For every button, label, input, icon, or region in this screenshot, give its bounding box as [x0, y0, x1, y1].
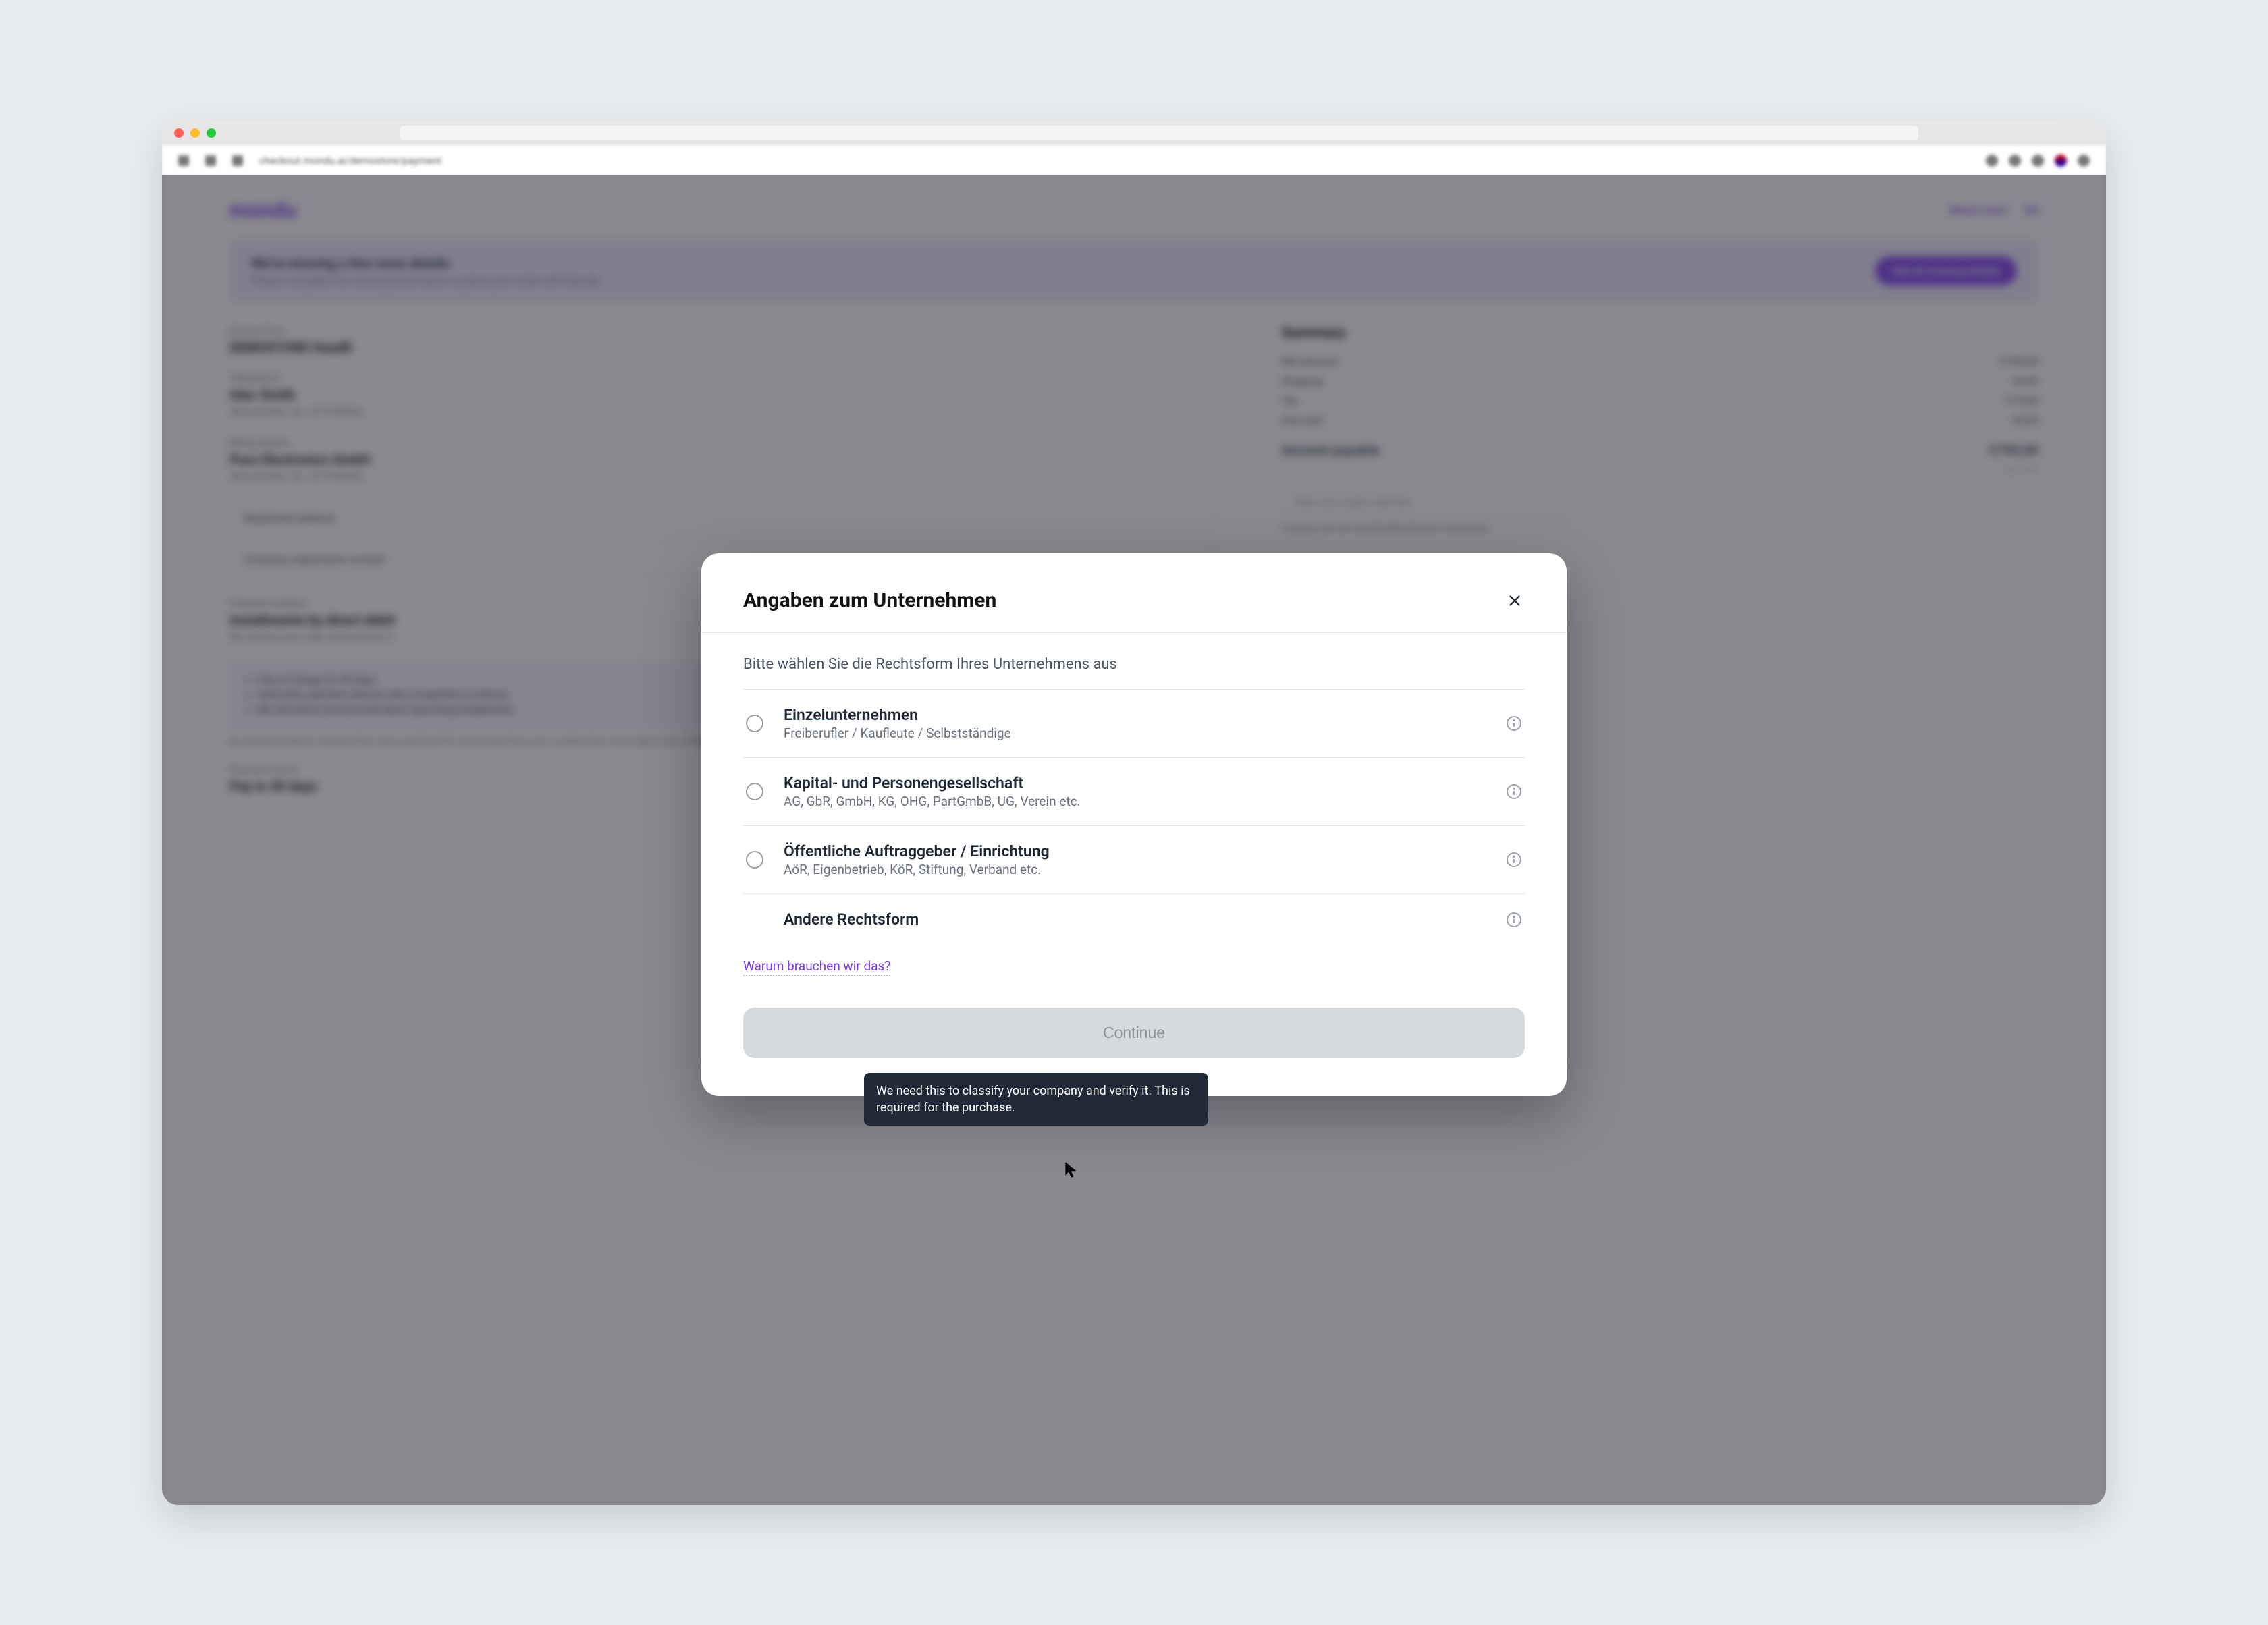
modal-prompt: Bitte wählen Sie die Rechtsform Ihres Un…: [743, 656, 1525, 673]
back-icon[interactable]: [178, 155, 189, 166]
extension-icon[interactable]: [1986, 155, 1998, 167]
option-title: Öffentliche Auftraggeber / Einrichtung: [784, 842, 1506, 860]
tooltip: We need this to classify your company an…: [864, 1073, 1208, 1126]
radio-icon[interactable]: [746, 715, 763, 732]
legal-form-options: Einzelunternehmen Freiberufler / Kaufleu…: [743, 689, 1525, 945]
radio-icon[interactable]: [746, 851, 763, 869]
profile-icon[interactable]: [2009, 155, 2021, 167]
close-button[interactable]: [1505, 590, 1525, 611]
option-subtitle: AG, GbR, GmbH, KG, OHG, PartGmbB, UG, Ve…: [784, 794, 1506, 809]
radio-icon[interactable]: [746, 783, 763, 800]
tab-bar: [400, 126, 1918, 140]
info-icon[interactable]: [1506, 852, 1522, 868]
option-subtitle: AöR, Eigenbetrieb, KöR, Stiftung, Verban…: [784, 862, 1506, 877]
reload-icon[interactable]: [232, 155, 243, 166]
window-controls[interactable]: [174, 128, 216, 138]
modal-title: Angaben zum Unternehmen: [743, 588, 996, 612]
info-icon[interactable]: [1506, 783, 1522, 800]
divider: [701, 632, 1567, 633]
close-icon: [1507, 593, 1522, 608]
forward-icon[interactable]: [205, 155, 216, 166]
company-details-modal: Angaben zum Unternehmen Bitte wählen Sie…: [701, 553, 1567, 1096]
option-title: Einzelunternehmen: [784, 706, 1506, 724]
grid-icon[interactable]: [2032, 155, 2044, 167]
browser-toolbar: checkout.mondu.ai/demostore/payment: [162, 146, 2106, 175]
info-icon[interactable]: [1506, 912, 1522, 928]
minimize-window-icon[interactable]: [190, 128, 200, 138]
option-subtitle: Freiberufler / Kaufleute / Selbstständig…: [784, 725, 1506, 741]
why-link[interactable]: Warum brauchen wir das?: [743, 958, 890, 976]
info-icon[interactable]: [1506, 715, 1522, 732]
cursor-icon: [1065, 1162, 1079, 1178]
browser-titlebar: [162, 120, 2106, 146]
browser-window: checkout.mondu.ai/demostore/payment mond…: [162, 120, 2106, 1505]
url-text[interactable]: checkout.mondu.ai/demostore/payment: [259, 155, 441, 167]
flag-icon[interactable]: [2055, 155, 2067, 167]
maximize-window-icon[interactable]: [207, 128, 216, 138]
option-corporation[interactable]: Kapital- und Personengesellschaft AG, Gb…: [743, 758, 1525, 826]
close-window-icon[interactable]: [174, 128, 184, 138]
option-public-entity[interactable]: Öffentliche Auftraggeber / Einrichtung A…: [743, 826, 1525, 894]
option-other[interactable]: Andere Rechtsform: [743, 894, 1525, 945]
continue-button[interactable]: Continue: [743, 1008, 1525, 1058]
option-title: Andere Rechtsform: [784, 910, 1506, 929]
option-title: Kapital- und Personengesellschaft: [784, 774, 1506, 792]
option-sole-proprietor[interactable]: Einzelunternehmen Freiberufler / Kaufleu…: [743, 690, 1525, 758]
menu-icon[interactable]: [2078, 155, 2090, 167]
